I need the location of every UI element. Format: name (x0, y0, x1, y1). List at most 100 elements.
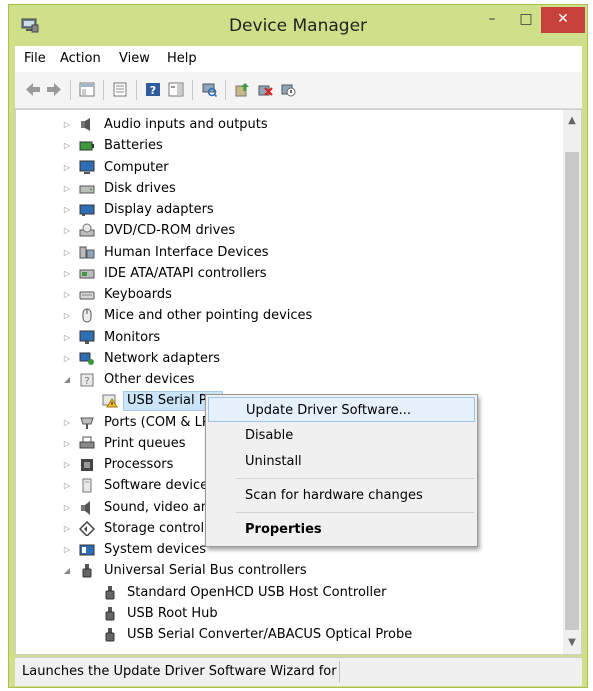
expanded-arrow-icon[interactable]: ◢ (62, 369, 72, 390)
expanded-arrow-icon[interactable]: ◢ (62, 560, 72, 581)
tree-item-label: Print queues (104, 435, 186, 451)
tree-item[interactable]: ▷ Audio inputs and outputs (16, 114, 556, 135)
update-driver-icon[interactable] (234, 82, 250, 97)
minimize-button[interactable]: – (477, 7, 507, 33)
context-scan-hardware[interactable]: Scan for hardware changes (208, 483, 475, 508)
tree-item-label: Network adapters (104, 350, 221, 366)
tree-item[interactable]: ▷ Human Interface Devices (16, 242, 556, 263)
collapsed-arrow-icon[interactable]: ▷ (62, 199, 72, 220)
tree-item-label: Standard OpenHCD USB Host Controller (127, 584, 387, 600)
tree-item-label: Mice and other pointing devices (104, 308, 313, 324)
tree-item[interactable]: ◢ Universal Serial Bus controllers (16, 560, 556, 581)
collapsed-arrow-icon[interactable]: ▷ (62, 433, 72, 454)
collapsed-arrow-icon[interactable]: ▷ (62, 305, 72, 326)
collapsed-arrow-icon[interactable]: ▷ (62, 178, 72, 199)
usb-icon (82, 564, 92, 578)
tree-item-label: Display adapters (104, 202, 214, 217)
menu-file[interactable]: File (24, 51, 46, 66)
menu-help[interactable]: Help (167, 51, 197, 66)
tree-item-label: Other devices (104, 372, 195, 387)
tree-item-label: Universal Serial Bus controllers (104, 563, 307, 579)
speaker-icon (81, 118, 90, 131)
collapsed-arrow-icon[interactable]: ▷ (62, 135, 72, 156)
software-device-icon (82, 478, 92, 493)
tree-item-label: USB Root Hub (127, 605, 218, 621)
tree-item[interactable]: Standard OpenHCD USB Host Controller (16, 582, 556, 603)
context-menu: Update Driver Software... Disable Uninst… (205, 394, 478, 547)
collapsed-arrow-icon[interactable]: ▷ (62, 157, 72, 178)
properties-icon[interactable] (112, 82, 128, 97)
vertical-scrollbar[interactable]: ▲ ▼ (563, 110, 581, 654)
maximize-button[interactable]: □ (511, 7, 541, 33)
close-button[interactable]: ✕ (541, 7, 585, 33)
mouse-icon (82, 308, 92, 323)
collapsed-arrow-icon[interactable]: ▷ (62, 284, 72, 305)
scan-hardware-icon[interactable] (201, 82, 217, 97)
tree-item-label: Human Interface Devices (104, 244, 269, 260)
context-separator (236, 512, 474, 513)
tree-item-label: Ports (COM & LP (104, 414, 210, 430)
tree-item[interactable]: ▷ Keyboards (16, 284, 556, 305)
tree-item[interactable]: ▷ Network adapters (16, 348, 556, 369)
collapsed-arrow-icon[interactable]: ▷ (62, 497, 72, 518)
context-properties[interactable]: Properties (208, 517, 475, 542)
tree-item-label: Computer (104, 159, 169, 175)
collapsed-arrow-icon[interactable]: ▷ (62, 327, 72, 348)
tree-item[interactable]: USB Serial Converter/ABACUS Optical Prob… (16, 624, 556, 645)
collapsed-arrow-icon[interactable]: ▷ (62, 475, 72, 496)
printer-icon (79, 436, 95, 449)
device-manager-window: Device Manager – □ ✕ File Action View He… (8, 4, 588, 688)
keyboard-icon (79, 291, 95, 300)
warning-device-icon (102, 394, 118, 408)
tree-item[interactable]: ▷ Disk drives (16, 178, 556, 199)
context-uninstall[interactable]: Uninstall (208, 449, 475, 474)
tree-item[interactable]: ▷ Display adapters (16, 199, 556, 220)
tree-item-label: DVD/CD-ROM drives (104, 223, 236, 239)
tree-item[interactable]: ◢? Other devices (16, 369, 556, 390)
device-tree[interactable]: ▷ Audio inputs and outputs ▷ Batteries ▷ Comp… (15, 109, 582, 655)
tree-item[interactable]: USB Root Hub (16, 603, 556, 624)
back-icon[interactable] (25, 82, 41, 97)
menu-view[interactable]: View (119, 51, 150, 66)
context-update-driver-software[interactable]: Update Driver Software... (208, 397, 475, 422)
collapsed-arrow-icon[interactable]: ▷ (62, 263, 72, 284)
menu-bar: File Action View Help (15, 46, 582, 72)
collapsed-arrow-icon[interactable]: ▷ (62, 348, 72, 369)
tree-item[interactable]: ▷ Monitors (16, 327, 556, 348)
svg-text:?: ? (84, 376, 89, 387)
status-text: Launches the Update Driver Software Wiza… (15, 661, 340, 682)
uninstall-icon[interactable] (257, 82, 273, 97)
tree-item-label: IDE ATA/ATAPI controllers (104, 265, 267, 281)
action-pane-icon[interactable] (168, 82, 184, 97)
collapsed-arrow-icon[interactable]: ▷ (62, 539, 72, 560)
disable-icon[interactable] (280, 82, 296, 97)
processor-icon (81, 459, 93, 471)
context-disable[interactable]: Disable (208, 423, 475, 448)
ide-controller-icon (79, 269, 95, 279)
collapsed-arrow-icon[interactable]: ▷ (62, 518, 72, 539)
scrollbar-thumb[interactable] (565, 152, 579, 630)
collapsed-arrow-icon[interactable]: ▷ (62, 412, 72, 433)
battery-icon (79, 141, 94, 151)
scroll-down-icon[interactable]: ▼ (563, 634, 581, 652)
toolbar: ? (15, 72, 582, 109)
tree-item[interactable]: ▷ DVD/CD-ROM drives (16, 220, 556, 241)
tree-item[interactable]: ▷ IDE ATA/ATAPI controllers (16, 263, 556, 284)
sound-icon (81, 500, 90, 515)
tree-item-label: Storage controller (104, 520, 222, 536)
collapsed-arrow-icon[interactable]: ▷ (62, 220, 72, 241)
show-hide-console-tree-icon[interactable] (79, 82, 95, 97)
forward-icon[interactable] (46, 82, 62, 97)
collapsed-arrow-icon[interactable]: ▷ (62, 454, 72, 475)
tree-item-label: Batteries (104, 138, 163, 154)
collapsed-arrow-icon[interactable]: ▷ (62, 242, 72, 263)
title-bar[interactable]: Device Manager – □ ✕ (9, 5, 587, 45)
help-icon[interactable]: ? (145, 82, 161, 97)
tree-item[interactable]: ▷ Computer (16, 157, 556, 178)
tree-item[interactable]: ▷ Mice and other pointing devices (16, 305, 556, 326)
scroll-up-icon[interactable]: ▲ (563, 112, 581, 130)
collapsed-arrow-icon[interactable]: ▷ (62, 114, 72, 135)
menu-action[interactable]: Action (60, 51, 101, 66)
display-adapter-icon (79, 204, 95, 216)
tree-item[interactable]: ▷ Batteries (16, 135, 556, 156)
